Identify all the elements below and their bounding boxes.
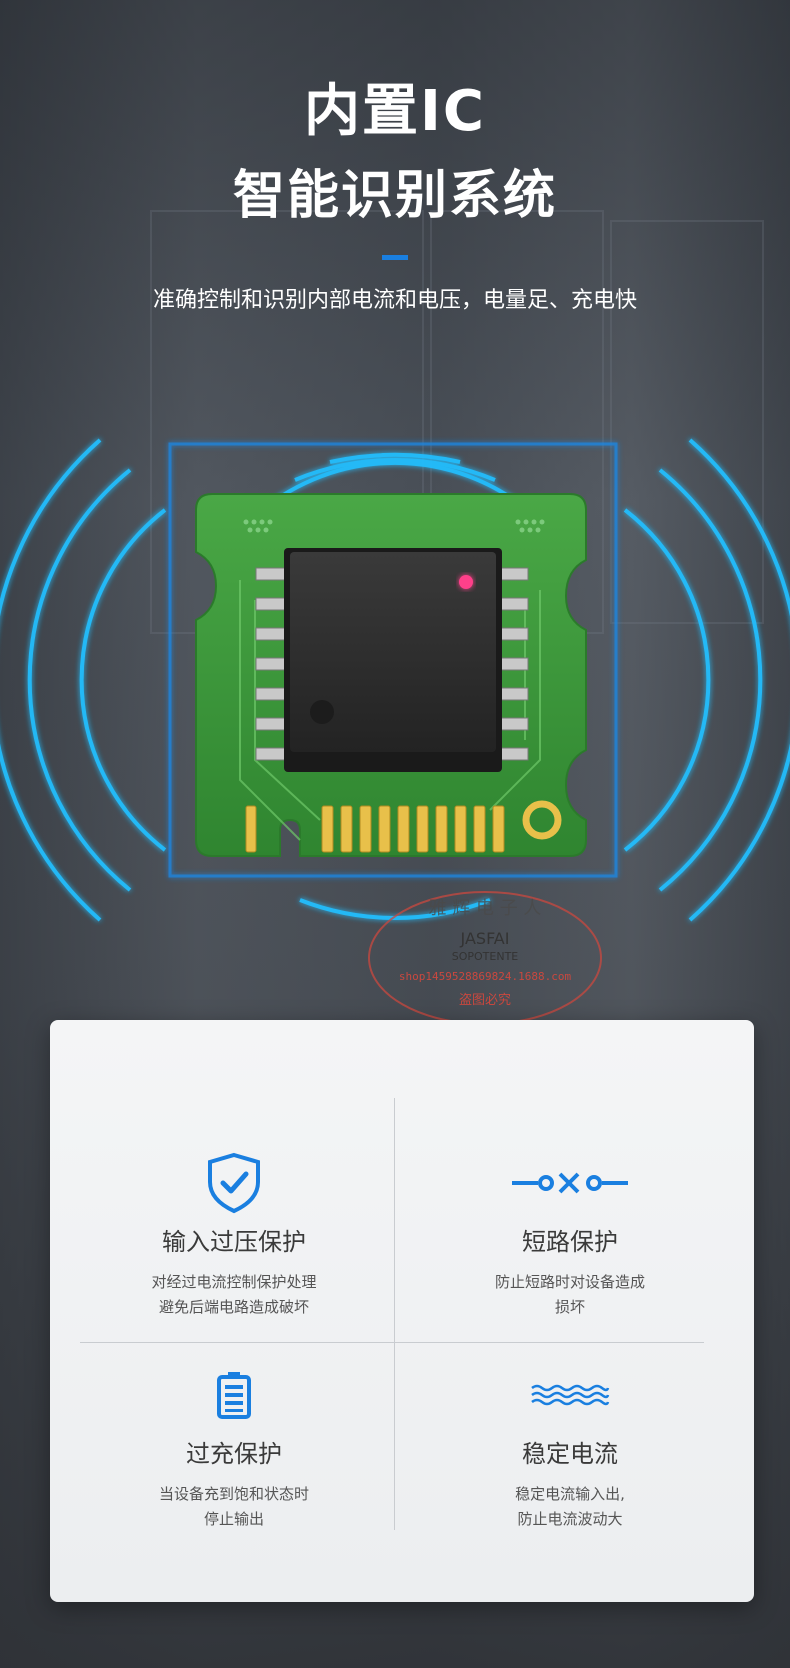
watermark-line1: 雅 辉 电 子 人 (429, 898, 542, 919)
feature-title: 稳定电流 (522, 1440, 618, 1468)
features-card: 输入过压保护 对经过电流控制保护处理 避免后端电路造成破坏 短路保护 防止短路时… (50, 1020, 754, 1602)
feature-overcharge: 过充保护 当设备充到饱和状态时 停止输出 (74, 1360, 394, 1532)
watermark-line2: JASFAI (460, 929, 510, 948)
feature-short-circuit: 短路保护 防止短路时对设备造成 损坏 (410, 1148, 730, 1320)
feature-stable-current: 稳定电流 稳定电流输入出, 防止电流波动大 (410, 1360, 730, 1532)
feature-desc: 当设备充到饱和状态时 停止输出 (158, 1485, 309, 1528)
feature-title: 过充保护 (186, 1440, 282, 1468)
divider-vertical (394, 1098, 395, 1530)
page-subtitle-heading: 智能识别系统 (232, 166, 557, 226)
feature-desc: 稳定电流输入出, 防止电流波动大 (515, 1485, 625, 1528)
watermark-line3: SOPOTENTE (452, 950, 519, 963)
battery-icon (74, 1360, 394, 1430)
accent-bar (382, 255, 408, 260)
divider-horizontal (80, 1342, 704, 1343)
description-text: 准确控制和识别内部电流和电压，电量足、充电快 (152, 288, 637, 313)
feature-desc: 对经过电流控制保护处理 避免后端电路造成破坏 (151, 1273, 317, 1316)
short-circuit-icon (410, 1148, 730, 1218)
feature-title: 短路保护 (522, 1228, 618, 1256)
feature-desc: 防止短路时对设备造成 损坏 (494, 1273, 645, 1316)
wave-icon (410, 1360, 730, 1430)
watermark-line5: 盗图必究 (459, 992, 511, 1008)
shield-check-icon (74, 1148, 394, 1218)
page-title: 内置IC (304, 79, 486, 144)
watermark-stamp: 雅 辉 电 子 人 JASFAI SOPOTENTE shop145952886… (368, 891, 602, 1025)
watermark-line4: shop1459528869824.1688.com (399, 970, 572, 983)
feature-title: 输入过压保护 (162, 1228, 306, 1256)
feature-overvoltage: 输入过压保护 对经过电流控制保护处理 避免后端电路造成破坏 (74, 1148, 394, 1320)
